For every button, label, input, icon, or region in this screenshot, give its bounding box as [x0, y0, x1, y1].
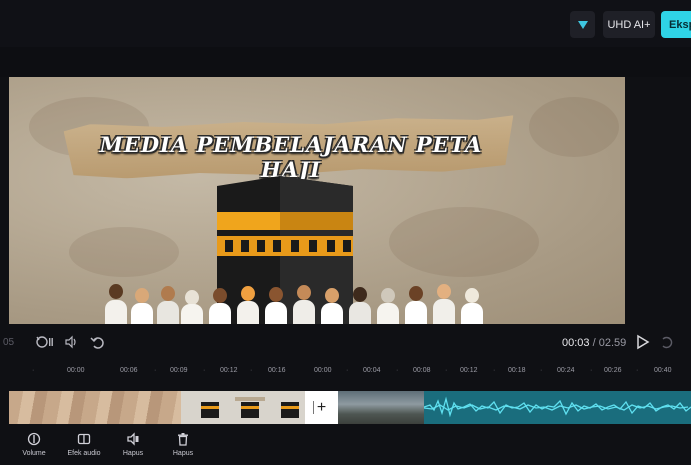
delete-tool-label: Hapus	[172, 450, 194, 457]
mute-tool[interactable]: Hapus	[111, 432, 155, 457]
export-button[interactable]: Ekspor	[661, 11, 691, 38]
audio-waveform	[424, 396, 691, 418]
play-icon[interactable]	[636, 334, 650, 353]
ruler-dot: ·	[396, 367, 399, 374]
ruler-dot: ·	[636, 367, 639, 374]
pilgrim-figure	[265, 287, 287, 324]
ruler-tick: 00:00	[314, 367, 332, 374]
sand-texture	[389, 207, 539, 277]
ruler-tick: 00:12	[460, 367, 478, 374]
pilgrim-figure	[461, 288, 483, 324]
delete-tool[interactable]: Hapus	[161, 432, 205, 457]
sand-texture	[69, 227, 179, 277]
pilgrim-figure	[105, 284, 127, 324]
volume-tool-label: Volume	[22, 450, 46, 457]
cut-off-time: 05	[3, 337, 15, 348]
ruler-dot: ·	[590, 367, 593, 374]
audio-clip[interactable]	[424, 391, 691, 424]
current-time: 00:03	[562, 337, 590, 349]
audio-effect-tool[interactable]: Efek audio	[62, 432, 106, 457]
dropdown-button[interactable]	[570, 11, 595, 38]
ruler-dot: ·	[32, 367, 35, 374]
audio-effect-label: Efek audio	[67, 450, 101, 457]
mute-icon	[127, 432, 139, 446]
volume-tool-icon	[27, 432, 41, 446]
audio-effect-icon	[77, 433, 91, 445]
top-bar: UHD AI+ Ekspor	[0, 0, 691, 47]
time-display: 00:03 / 02.59	[562, 337, 626, 349]
ruler-tick: 00:08	[413, 367, 431, 374]
pilgrim-figure	[321, 288, 343, 324]
preview-title: MEDIA PEMBELAJARAN PETA HAJI	[99, 132, 483, 182]
video-clip-photo[interactable]	[338, 391, 424, 424]
pilgrim-figure	[237, 286, 259, 324]
ruler-dot: ·	[493, 367, 496, 374]
plus-icon: +	[316, 398, 327, 416]
video-clip-kaaba[interactable]	[181, 391, 305, 424]
pilgrim-figure	[157, 286, 179, 324]
clip-thumbnail	[201, 402, 219, 418]
undo-icon[interactable]	[90, 334, 106, 353]
pilgrim-figure	[131, 288, 153, 324]
bottom-toolbar: Volume Efek audio Hapus Hapus	[0, 428, 691, 465]
ruler-tick: 00:24	[557, 367, 575, 374]
time-separator: /	[589, 337, 599, 349]
ruler-tick: 00:18	[508, 367, 526, 374]
ruler-dot: ·	[346, 367, 349, 374]
split-marker	[313, 401, 314, 414]
pilgrim-figure	[209, 288, 231, 324]
pilgrim-figure	[293, 285, 315, 324]
preview-background	[0, 47, 691, 77]
ruler-tick: 00:09	[170, 367, 188, 374]
ruler-dot: ·	[203, 367, 206, 374]
ruler-dot: ·	[540, 367, 543, 374]
ruler-dot: ·	[445, 367, 448, 374]
volume-tool[interactable]: Volume	[12, 432, 56, 457]
ruler-tick: 00:00	[67, 367, 85, 374]
ruler-tick: 00:16	[268, 367, 286, 374]
pilgrim-figure	[349, 287, 371, 324]
pilgrim-figure	[181, 290, 203, 324]
ruler-tick: 00:06	[120, 367, 138, 374]
video-preview[interactable]: MEDIA PEMBELAJARAN PETA HAJI	[9, 77, 625, 324]
pilgrim-figure	[433, 284, 455, 324]
ruler-tick: 00:26	[604, 367, 622, 374]
triangle-down-icon	[577, 20, 588, 29]
pilgrim-figure	[405, 286, 427, 324]
ruler-dot: ·	[154, 367, 157, 374]
redo-icon[interactable]	[660, 334, 674, 353]
pilgrim-figure	[377, 288, 399, 324]
clip-thumbnail	[235, 397, 265, 418]
video-clip-sand[interactable]	[9, 391, 181, 424]
ruler-dot: ·	[250, 367, 253, 374]
mute-tool-label: Hapus	[122, 450, 144, 457]
loop-icon[interactable]	[34, 334, 54, 353]
uhd-ai-button[interactable]: UHD AI+	[603, 11, 655, 38]
ruler-tick: 00:40	[654, 367, 672, 374]
sand-texture	[529, 97, 619, 157]
timeline-ruler[interactable]: · 00:00 00:06 · 00:09 · 00:12 · 00:16 00…	[0, 362, 691, 384]
trash-icon	[178, 433, 188, 446]
add-clip-button[interactable]: +	[305, 391, 338, 424]
ruler-tick: 00:04	[363, 367, 381, 374]
volume-icon[interactable]	[64, 334, 80, 353]
total-time: 02.59	[598, 337, 627, 349]
clip-thumbnail	[281, 402, 299, 418]
ruler-tick: 00:12	[220, 367, 238, 374]
